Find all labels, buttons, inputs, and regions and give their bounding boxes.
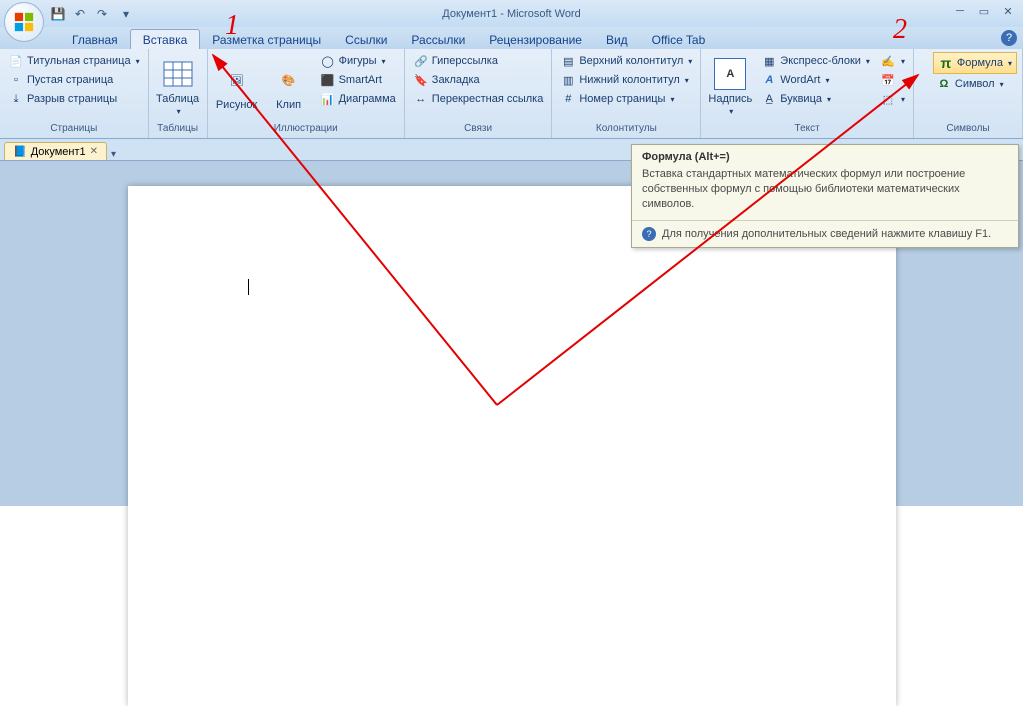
tooltip-body: Вставка стандартных математических форму… [632,165,1018,220]
table-button[interactable]: Таблица▾ [154,52,202,123]
blank-page-button[interactable]: ▫ Пустая страница [5,71,143,89]
group-symbols: π Формула▾ Ω Символ▾ Символы [914,49,1023,138]
group-symbols-label: Символы [919,123,1017,138]
shapes-icon: ◯ [320,53,336,69]
ribbon: 📄 Титульная страница▾ ▫ Пустая страница … [0,49,1023,139]
symbol-button[interactable]: Ω Символ▾ [933,75,1017,93]
tab-mailings[interactable]: Рассылки [399,30,477,49]
tab-dropdown-icon[interactable]: ▾ [111,149,116,160]
tooltip-title: Формула (Alt+=) [632,145,1018,165]
omega-icon: Ω [936,76,952,92]
crossref-button[interactable]: ↔Перекрестная ссылка [410,90,547,108]
pagenum-icon: # [560,91,576,107]
group-pages: 📄 Титульная страница▾ ▫ Пустая страница … [0,49,149,138]
picture-button[interactable]: 🖼 Рисунок [213,52,261,123]
footer-icon: ▥ [560,72,576,88]
equation-button[interactable]: π Формула▾ [933,52,1017,74]
group-header-footer: ▤Верхний колонтитул▾ ▥Нижний колонтитул▾… [552,49,701,138]
picture-icon: 🖼 [221,64,253,96]
group-illustrations-label: Иллюстрации [213,123,399,138]
quickparts-icon: ▦ [761,53,777,69]
table-icon [162,58,194,90]
signature-icon: ✍ [880,53,896,69]
help-hint-icon: ? [642,227,656,241]
signature-button[interactable]: ✍▾ [877,52,908,70]
quickparts-button[interactable]: ▦Экспресс-блоки▾ [758,52,873,70]
group-links-label: Связи [410,123,547,138]
chart-icon: 📊 [320,91,336,107]
smartart-button[interactable]: ⬛SmartArt [317,71,399,89]
tab-references[interactable]: Ссылки [333,30,399,49]
object-icon: ⬚ [880,91,896,107]
smartart-icon: ⬛ [320,72,336,88]
ribbon-tabs: Главная Вставка Разметка страницы Ссылки… [0,27,1023,49]
tab-view[interactable]: Вид [594,30,640,49]
cover-page-icon: 📄 [8,53,24,69]
object-button[interactable]: ⬚▾ [877,90,908,108]
text-cursor [248,279,249,295]
page-break-icon: ⤓ [8,91,24,107]
redo-icon[interactable]: ↷ [94,6,110,22]
word-doc-icon: 📘 [13,145,27,158]
pagenum-button[interactable]: #Номер страницы▾ [557,90,695,108]
close-button[interactable]: ✕ [999,4,1017,18]
document-tab[interactable]: 📘 Документ1 ✕ [4,142,107,160]
datetime-icon: 📅 [880,72,896,88]
group-tables: Таблица▾ Таблицы [149,49,208,138]
shapes-button[interactable]: ◯Фигуры▾ [317,52,399,70]
group-links: 🔗Гиперссылка 🔖Закладка ↔Перекрестная ссы… [405,49,553,138]
header-button[interactable]: ▤Верхний колонтитул▾ [557,52,695,70]
wordart-button[interactable]: AWordArt▾ [758,71,873,89]
bookmark-icon: 🔖 [413,72,429,88]
close-tab-icon[interactable]: ✕ [90,146,98,157]
crossref-icon: ↔ [413,91,429,107]
cover-page-button[interactable]: 📄 Титульная страница▾ [5,52,143,70]
group-pages-label: Страницы [5,123,143,138]
help-icon[interactable]: ? [1001,30,1017,46]
header-icon: ▤ [560,53,576,69]
document-tab-label: Документ1 [31,146,86,158]
tab-insert[interactable]: Вставка [130,29,201,49]
tooltip-footer: Для получения дополнительных сведений на… [662,228,991,240]
maximize-button[interactable]: ▭ [975,4,993,18]
pi-icon: π [938,55,954,71]
clip-button[interactable]: 🎨 Клип [265,52,313,123]
datetime-button[interactable]: 📅 [877,71,908,89]
title-bar: 💾 ↶ ↷ ▾ Документ1 - Microsoft Word ─ ▭ ✕ [0,0,1023,27]
save-icon[interactable]: 💾 [50,6,66,22]
tab-home[interactable]: Главная [60,30,130,49]
group-illustrations: 🖼 Рисунок 🎨 Клип ◯Фигуры▾ ⬛SmartArt 📊Диа… [208,49,405,138]
group-text-label: Текст [706,123,908,138]
dropcap-icon: A̲ [761,91,777,107]
window-title: Документ1 - Microsoft Word [0,8,1023,20]
group-text: A Надпись▾ ▦Экспресс-блоки▾ AWordArt▾ A̲… [701,49,914,138]
clip-icon: 🎨 [273,64,305,96]
tab-page-layout[interactable]: Разметка страницы [200,30,333,49]
bookmark-button[interactable]: 🔖Закладка [410,71,547,89]
group-tables-label: Таблицы [154,123,202,138]
textbox-icon: A [714,58,746,90]
footer-button[interactable]: ▥Нижний колонтитул▾ [557,71,695,89]
tab-office-tab[interactable]: Office Tab [640,30,718,49]
undo-icon[interactable]: ↶ [72,6,88,22]
minimize-button[interactable]: ─ [951,4,969,18]
document-page[interactable] [128,186,896,706]
hyperlink-button[interactable]: 🔗Гиперссылка [410,52,547,70]
quick-access-toolbar: 💾 ↶ ↷ ▾ [50,6,134,22]
dropcap-button[interactable]: A̲Буквица▾ [758,90,873,108]
textbox-button[interactable]: A Надпись▾ [706,52,754,123]
office-button[interactable] [4,2,44,42]
page-break-button[interactable]: ⤓ Разрыв страницы [5,90,143,108]
equation-tooltip: Формула (Alt+=) Вставка стандартных мате… [631,144,1019,248]
tab-review[interactable]: Рецензирование [477,30,594,49]
group-hf-label: Колонтитулы [557,123,695,138]
wordart-icon: A [761,72,777,88]
chart-button[interactable]: 📊Диаграмма [317,90,399,108]
qat-dropdown-icon[interactable]: ▾ [118,6,134,22]
office-logo-icon [13,11,35,33]
blank-page-icon: ▫ [8,72,24,88]
hyperlink-icon: 🔗 [413,53,429,69]
